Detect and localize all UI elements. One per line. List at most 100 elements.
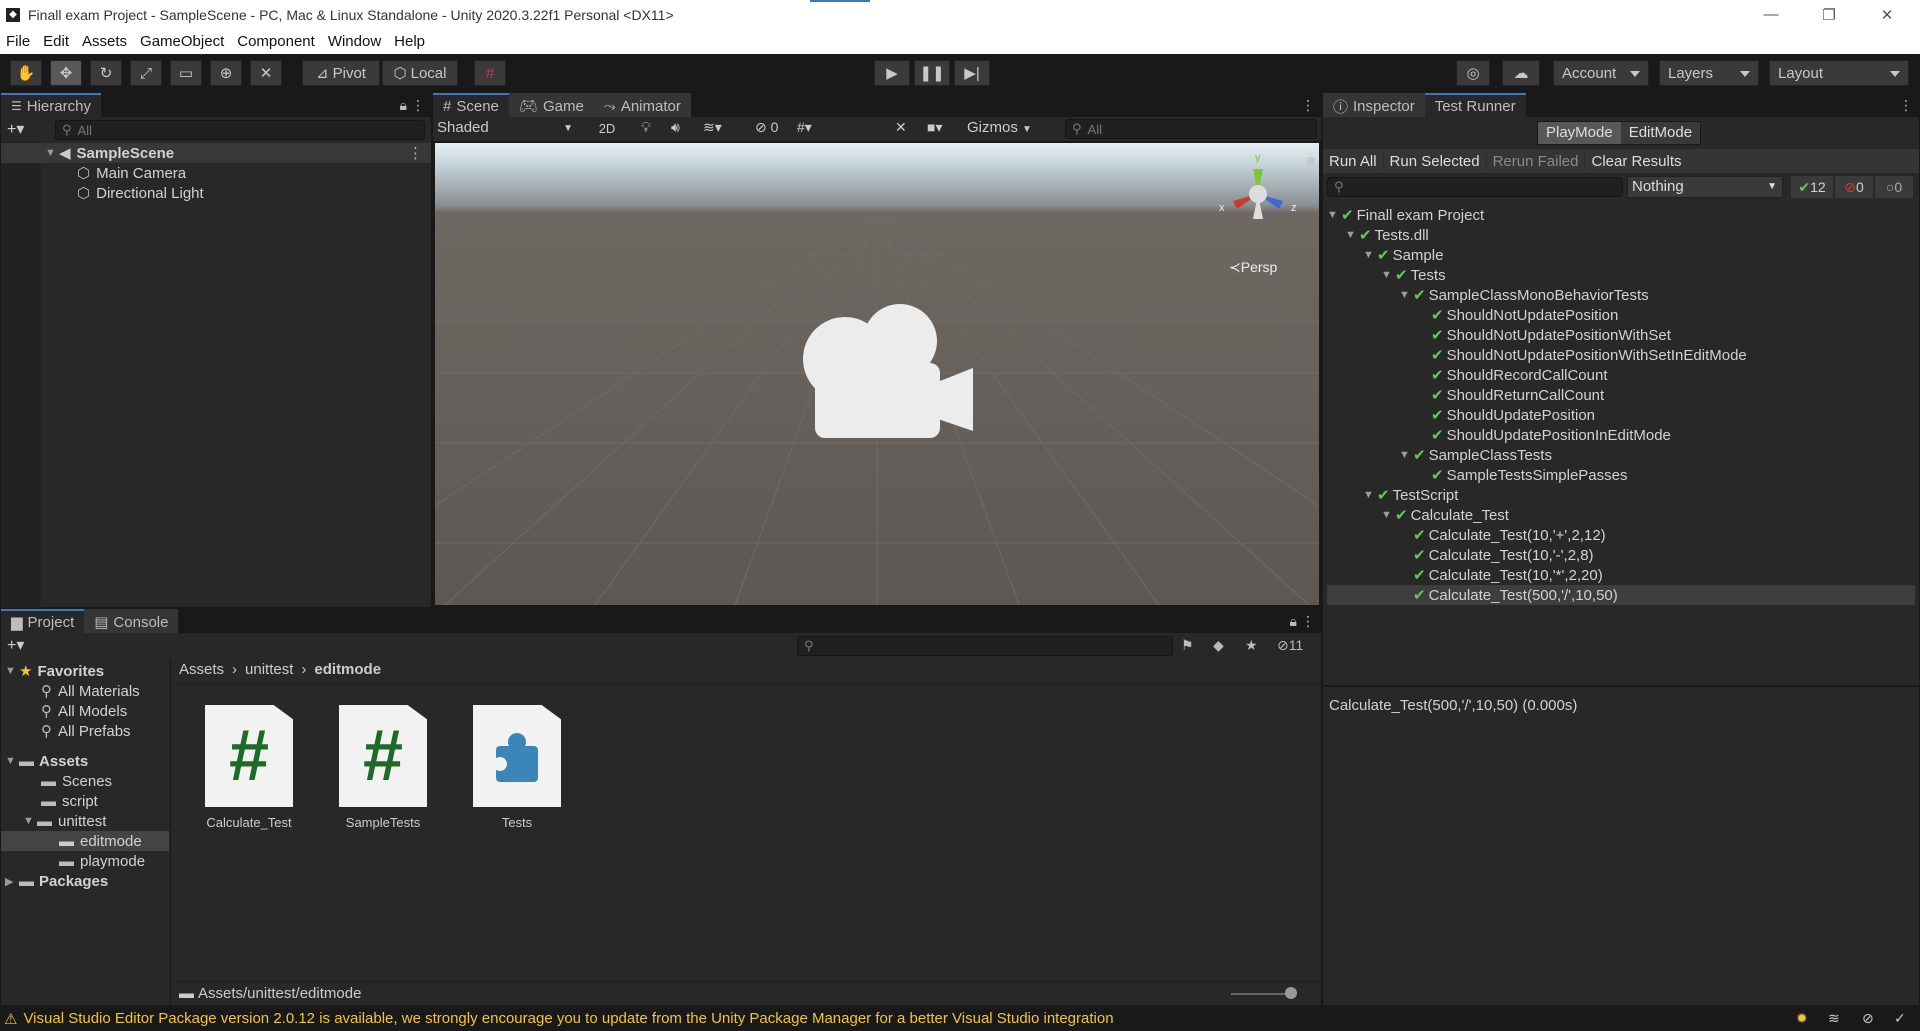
orientation-gizmo[interactable]: y x z	[1213, 149, 1303, 239]
local-toggle[interactable]: ⬡ Local	[382, 60, 458, 86]
camera-icon[interactable]: ■▾	[927, 119, 942, 136]
menu-assets[interactable]: Assets	[82, 33, 127, 50]
assets-folder[interactable]: ▼ ▬ Assets	[5, 751, 88, 771]
minimize-button[interactable]: —	[1748, 0, 1794, 29]
cache-server-icon[interactable]: ≋	[1828, 1010, 1840, 1027]
rotate-tool-icon[interactable]: ↻	[90, 60, 122, 86]
asset-item-tests[interactable]: Tests	[469, 705, 565, 830]
hierarchy-item-main-camera[interactable]: ⬡ Main Camera	[77, 163, 186, 183]
clear-results-button[interactable]: Clear Results	[1585, 153, 1687, 170]
status-check-icon[interactable]: ✓	[1894, 1010, 1906, 1027]
menu-help[interactable]: Help	[394, 33, 425, 50]
test-tree-row[interactable]: ✔ ShouldNotUpdatePositionWithSet	[1327, 325, 1915, 345]
tools-icon[interactable]: ✕	[895, 119, 907, 136]
effects-icon[interactable]: ≋▾	[703, 119, 722, 136]
filter-by-label-icon[interactable]: ◆	[1213, 637, 1224, 654]
grid-icon[interactable]: #▾	[797, 119, 812, 136]
play-button[interactable]: ▶	[874, 60, 910, 86]
test-tree-row[interactable]: ✔ ShouldNotUpdatePosition	[1327, 305, 1915, 325]
gizmos-dropdown[interactable]: Gizmos ▼	[967, 119, 1037, 136]
folder-item-editmode[interactable]: ▬ editmode	[1, 831, 169, 851]
scene-viewport[interactable]: y x z ≺Persp	[435, 143, 1319, 605]
editmode-tab[interactable]: EditMode	[1620, 122, 1701, 144]
test-tree-row[interactable]: ✔ Calculate_Test(10,'-',2,8)	[1327, 545, 1915, 565]
menu-edit[interactable]: Edit	[43, 33, 69, 50]
expand-arrow-icon[interactable]: ▼	[1399, 449, 1413, 461]
folder-item-script[interactable]: ▬ script	[41, 791, 98, 811]
tab-game[interactable]: 🎮︎ Game	[508, 93, 594, 117]
expand-arrow-icon[interactable]: ▼	[1363, 249, 1377, 261]
collab-icon[interactable]: ◎	[1456, 60, 1490, 86]
failed-filter[interactable]: ⊘0	[1835, 176, 1873, 198]
folder-item-unittest[interactable]: ▼ ▬ unittest	[23, 811, 106, 831]
expand-arrow-icon[interactable]: ▼	[1345, 229, 1359, 241]
step-button[interactable]: ▶|	[954, 60, 990, 86]
2d-toggle[interactable]: 2D	[593, 119, 621, 139]
hierarchy-search-input[interactable]: ⚲ All	[55, 120, 425, 140]
grid-snap-icon[interactable]: #	[474, 60, 506, 86]
move-tool-icon[interactable]: ✥	[50, 60, 82, 86]
splitter[interactable]	[1323, 685, 1919, 687]
favorite-item[interactable]: ⚲ All Materials	[41, 681, 140, 701]
playmode-tab[interactable]: PlayMode	[1538, 122, 1621, 144]
project-search-input[interactable]: ⚲	[797, 636, 1173, 656]
favorite-item[interactable]: ⚲ All Prefabs	[41, 721, 131, 741]
menu-gameobject[interactable]: GameObject	[140, 33, 224, 50]
passed-filter[interactable]: ✔12	[1791, 176, 1833, 198]
test-tree-row[interactable]: ✔ ShouldNotUpdatePositionWithSetInEditMod…	[1327, 345, 1915, 365]
tab-inspector[interactable]: ⓘ Inspector	[1323, 93, 1425, 117]
icon-size-slider[interactable]	[1231, 993, 1291, 995]
folder-item-playmode[interactable]: ▬ playmode	[59, 851, 145, 871]
scene-search-input[interactable]: ⚲ All	[1065, 119, 1317, 139]
tab-console[interactable]: ▤ Console	[84, 609, 179, 633]
expand-arrow-icon[interactable]: ▼	[1399, 289, 1413, 301]
test-tree-row[interactable]: ✔ ShouldReturnCallCount	[1327, 385, 1915, 405]
test-tree-row[interactable]: ✔ Calculate_Test(10,'+',2,12)	[1327, 525, 1915, 545]
projection-toggle[interactable]: ≺Persp	[1229, 259, 1277, 276]
scene-row[interactable]: ▼ ◀ SampleScene ⋮	[1, 143, 431, 163]
favorite-star-icon[interactable]: ★	[1245, 637, 1258, 654]
scene-menu-icon[interactable]: ⋮	[408, 144, 423, 162]
rerun-failed-button[interactable]: Rerun Failed	[1487, 152, 1586, 170]
breadcrumb-assets[interactable]: Assets	[179, 661, 224, 678]
test-runner-menu-icon[interactable]: ⋮	[1899, 97, 1913, 114]
lighting-icon[interactable]: 💡︎	[641, 119, 651, 136]
project-menu-icon[interactable]: ⋮	[1301, 613, 1315, 630]
status-message[interactable]: Visual Studio Editor Package version 2.0…	[23, 1010, 1113, 1027]
test-tree-row[interactable]: ▼ ✔ TestScript	[1327, 485, 1915, 505]
account-dropdown[interactable]: Account	[1553, 60, 1649, 86]
lock-icon[interactable]: 🔒︎	[1290, 613, 1297, 630]
custom-tool-icon[interactable]: ✕	[250, 60, 282, 86]
tab-animator[interactable]: ⤳ Animator	[593, 93, 691, 117]
test-tree-row[interactable]: ✔ Calculate_Test(500,'/',10,50)	[1327, 585, 1915, 605]
filter-by-type-icon[interactable]: ⚑	[1181, 637, 1194, 654]
pause-button[interactable]: ❚❚	[914, 60, 950, 86]
cloud-icon[interactable]: ☁	[1502, 60, 1540, 86]
folder-item-scenes[interactable]: ▬ Scenes	[41, 771, 112, 791]
test-tree-row[interactable]: ▼ ✔ SampleClassMonoBehaviorTests	[1327, 285, 1915, 305]
test-tree-row[interactable]: ▼ ✔ Tests	[1327, 265, 1915, 285]
maximize-button[interactable]: ❐	[1806, 0, 1852, 29]
hidden-packages-toggle[interactable]: ⊘11	[1277, 637, 1303, 654]
auto-generate-lighting-icon[interactable]: ⊘	[1862, 1010, 1874, 1027]
tab-project[interactable]: ▆ Project	[1, 609, 85, 633]
rect-tool-icon[interactable]: ▭	[170, 60, 202, 86]
menu-component[interactable]: Component	[237, 33, 315, 50]
skipped-filter[interactable]: ○0	[1875, 176, 1913, 198]
menu-window[interactable]: Window	[328, 33, 381, 50]
breadcrumb-editmode[interactable]: editmode	[314, 661, 381, 678]
favorite-item[interactable]: ⚲ All Models	[41, 701, 127, 721]
tab-scene[interactable]: # Scene	[433, 93, 509, 117]
add-object-button[interactable]: +▾	[7, 119, 24, 139]
test-tree-row[interactable]: ✔ ShouldRecordCallCount	[1327, 365, 1915, 385]
hand-tool-icon[interactable]: ✋	[10, 60, 42, 86]
expand-arrow-icon[interactable]: ▼	[1327, 209, 1341, 221]
test-tree-row[interactable]: ▼ ✔ SampleClassTests	[1327, 445, 1915, 465]
scale-tool-icon[interactable]: ⤢	[130, 60, 162, 86]
layers-dropdown[interactable]: Layers	[1659, 60, 1759, 86]
hierarchy-menu-icon[interactable]: ⋮	[411, 97, 425, 114]
run-selected-button[interactable]: Run Selected	[1384, 152, 1487, 170]
slider-handle[interactable]	[1285, 987, 1297, 999]
menu-file[interactable]: File	[6, 33, 30, 50]
close-button[interactable]: ✕	[1864, 0, 1910, 29]
